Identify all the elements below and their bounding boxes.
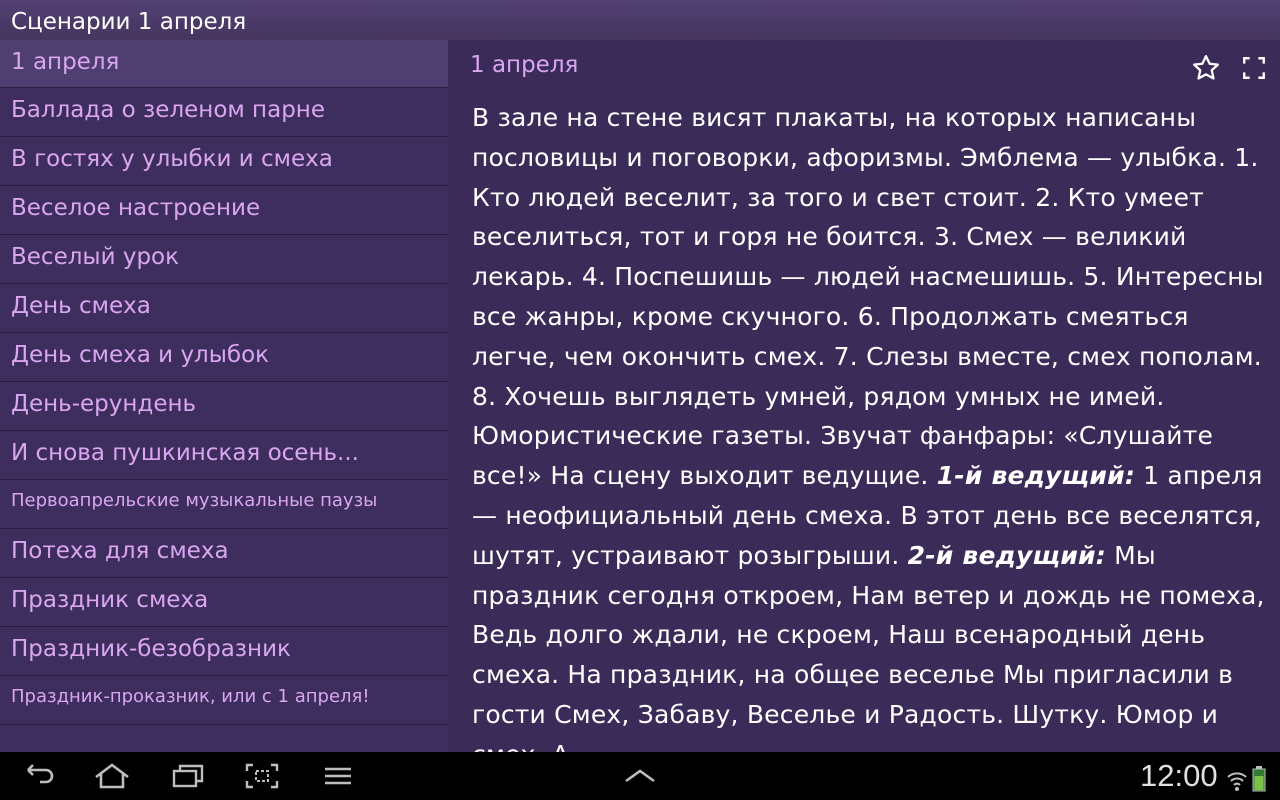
scenario-list[interactable]: 1 апреля Баллада о зеленом парне В гостя… [0, 40, 448, 752]
home-button[interactable] [84, 756, 140, 796]
app-title: Сценарии 1 апреля [11, 9, 247, 35]
menu-icon [325, 767, 351, 785]
favorite-button[interactable] [1189, 51, 1223, 85]
list-item[interactable]: И снова пушкинская осень... [0, 431, 448, 480]
list-item[interactable]: Первоапрельские музыкальные паузы [0, 480, 448, 529]
list-item[interactable]: День-ерундень [0, 382, 448, 431]
speaker-label: 1-й ведущий: [936, 461, 1136, 491]
speaker-label: 2-й ведущий: [907, 540, 1106, 570]
list-item[interactable]: Праздник-безобразник [0, 627, 448, 676]
recent-apps-icon [172, 764, 204, 788]
wifi-icon [1227, 772, 1247, 791]
list-item[interactable]: Веселый урок [0, 235, 448, 284]
status-icons [1226, 762, 1266, 792]
list-item[interactable]: 1 апреля [0, 40, 448, 88]
list-item[interactable]: Веселое настроение [0, 186, 448, 235]
list-item[interactable]: День смеха [0, 284, 448, 333]
list-item[interactable]: Баллада о зеленом парне [0, 88, 448, 137]
article-paragraph: В зале на стене висят плакаты, на которы… [472, 103, 1264, 491]
recent-apps-button[interactable] [160, 756, 216, 796]
article-paragraph: Мы праздник сегодня откроем, Нам ветер и… [472, 540, 1265, 752]
list-item[interactable]: Потеха для смеха [0, 529, 448, 578]
list-item[interactable]: Праздник смеха [0, 578, 448, 627]
scenario-content[interactable]: 1 апреля В зале на стене висят плакаты, … [448, 40, 1280, 752]
expand-panel-button[interactable] [612, 756, 668, 796]
app-root: Сценарии 1 апреля 1 апреля Баллада о зел… [0, 0, 1280, 800]
system-nav-bar: 12:00 [0, 752, 1280, 800]
screenshot-icon [245, 763, 279, 789]
back-icon [27, 764, 54, 784]
content-title: 1 апреля [470, 52, 579, 78]
list-item[interactable]: Праздник-проказник, или с 1 апреля! [0, 676, 448, 725]
screenshot-button[interactable] [234, 756, 290, 796]
chevron-up-icon [625, 769, 655, 783]
home-icon [95, 763, 129, 789]
list-item[interactable]: День смеха и улыбок [0, 333, 448, 382]
app-title-bar: Сценарии 1 апреля [0, 0, 1280, 40]
article-text: В зале на стене висят плакаты, на которы… [472, 98, 1272, 752]
fullscreen-icon [1243, 57, 1265, 79]
menu-button[interactable] [310, 756, 366, 796]
clock: 12:00 [1140, 758, 1218, 793]
fullscreen-button[interactable] [1237, 51, 1271, 85]
battery-icon [1252, 766, 1266, 792]
list-item[interactable]: В гостях у улыбки и смеха [0, 137, 448, 186]
star-icon [1193, 55, 1219, 80]
back-button[interactable] [10, 756, 66, 796]
